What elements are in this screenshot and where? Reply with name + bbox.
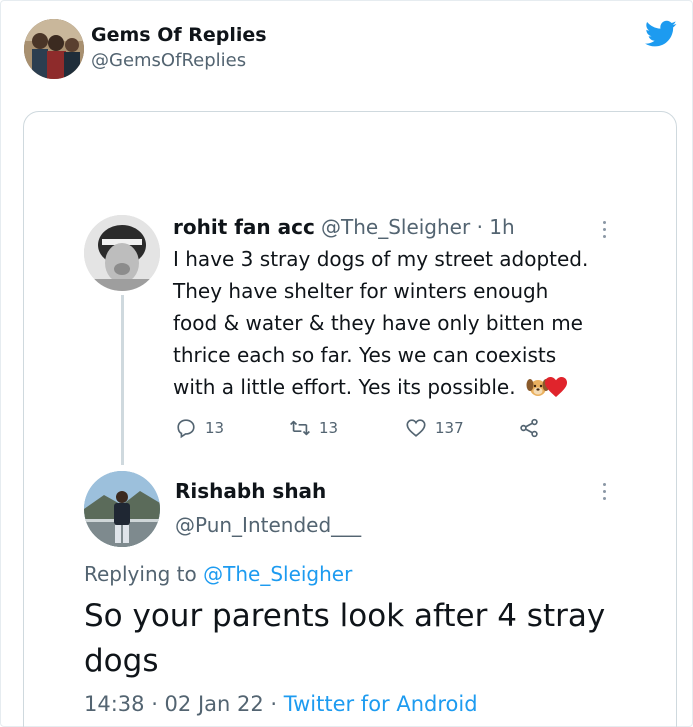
reply-more-options-icon[interactable]	[602, 483, 607, 505]
reply-source-app[interactable]: Twitter for Android	[284, 692, 478, 716]
parent-text-line: food & water & they have only bitten me	[173, 311, 583, 335]
parent-author-name[interactable]: rohit fan acc	[173, 215, 315, 239]
reply-timestamp[interactable]: 14:38 · 02 Jan 22 ·	[84, 692, 284, 716]
parent-text-line: They have shelter for winters enough	[173, 279, 549, 303]
thread-connector-line	[121, 295, 124, 465]
gems-of-replies-avatar[interactable]	[24, 19, 84, 79]
retweet-action[interactable]: 13	[289, 417, 338, 439]
heart-icon	[406, 419, 426, 437]
rohit-avatar[interactable]	[84, 215, 160, 291]
parent-more-options-icon[interactable]	[602, 221, 607, 243]
rishabh-avatar[interactable]	[84, 471, 160, 547]
reply-text-line: dogs	[84, 643, 159, 679]
reply-icon	[177, 419, 195, 439]
replying-to-mention[interactable]: @The_Sleigher	[203, 562, 352, 586]
replying-to-label: Replying to	[84, 562, 204, 586]
embed-account-name[interactable]: Gems Of Replies	[91, 24, 267, 46]
parent-text-line: with a little effort. Yes its possible.	[173, 375, 516, 399]
like-count: 137	[435, 419, 464, 437]
parent-author-handle-time[interactable]: @The_Sleigher · 1h	[321, 215, 515, 239]
parent-text-line: I have 3 stray dogs of my street adopted…	[173, 247, 589, 271]
reply-action[interactable]: 13	[175, 417, 224, 439]
embed-account-handle[interactable]: @GemsOfReplies	[91, 50, 246, 71]
parent-text-line-with-emoji: with a little effort. Yes its possible.	[173, 375, 568, 399]
reply-count: 13	[205, 419, 225, 437]
like-action[interactable]: 137	[405, 417, 464, 439]
reply-author-name[interactable]: Rishabh shah	[175, 479, 326, 503]
reply-author-handle[interactable]: @Pun_Intended___	[175, 513, 361, 537]
reply-text-line: So your parents look after 4 stray	[84, 598, 606, 634]
reply-metadata: 14:38 · 02 Jan 22 · Twitter for Android	[84, 692, 478, 716]
tweet-screenshot-card: rohit fan acc @The_Sleigher · 1h I have …	[23, 111, 677, 727]
twitter-bird-icon[interactable]	[645, 20, 677, 48]
retweet-count: 13	[319, 419, 339, 437]
replying-to-line: Replying to @The_Sleigher	[84, 562, 352, 586]
share-icon	[520, 418, 538, 438]
retweet-icon	[290, 420, 310, 436]
red-heart-emoji	[544, 377, 567, 397]
share-action[interactable]	[518, 417, 548, 439]
parent-text-line: thrice each so far. Yes we can coexists	[173, 343, 557, 367]
